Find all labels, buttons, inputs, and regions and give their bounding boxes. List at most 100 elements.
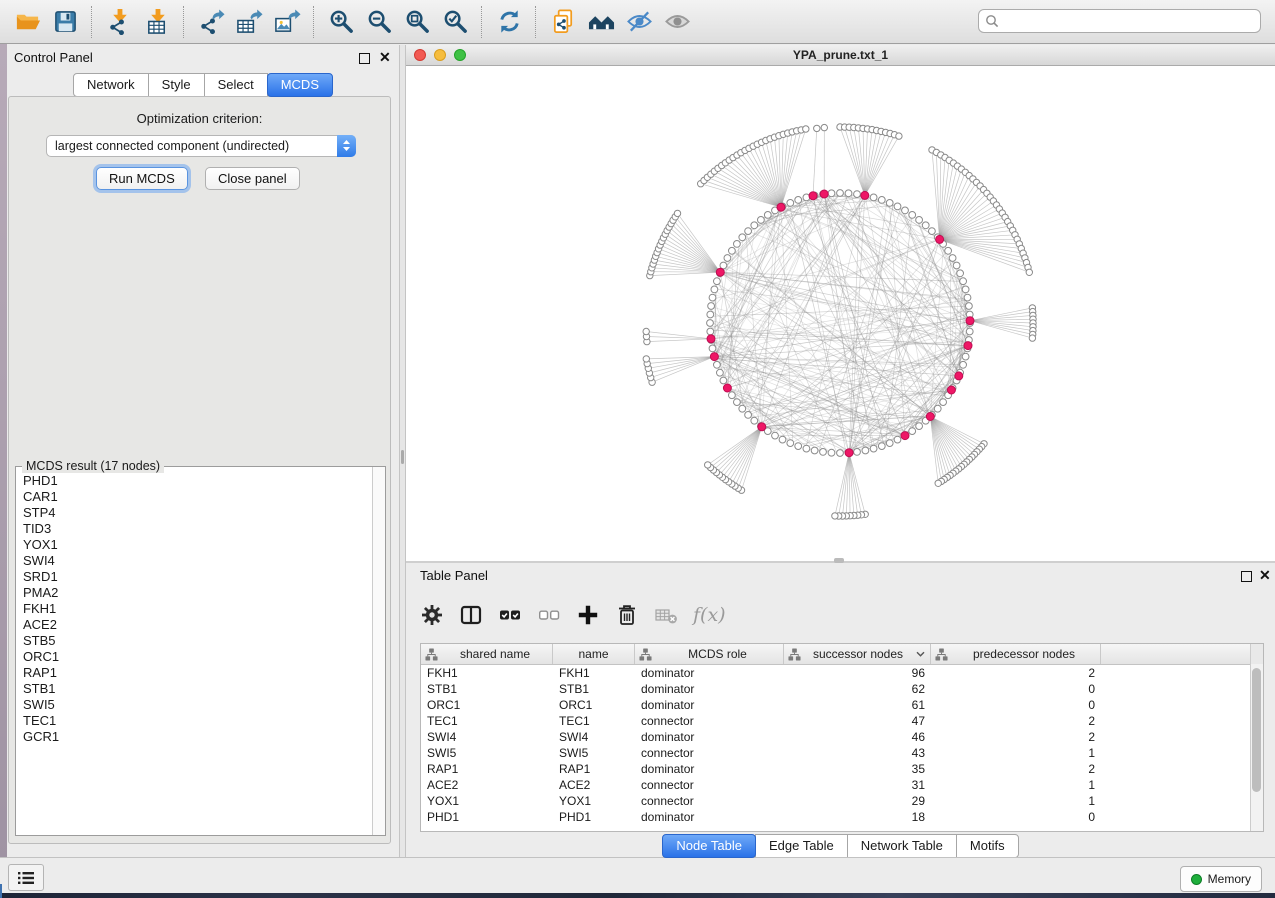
save-session-icon[interactable]: [46, 5, 84, 39]
mcds-result-item[interactable]: PMA2: [23, 585, 372, 601]
table-row[interactable]: SWI4SWI4dominator462: [421, 729, 1263, 745]
tab-network-table[interactable]: Network Table: [847, 834, 957, 858]
table-row[interactable]: ORC1ORC1dominator610: [421, 697, 1263, 713]
export-image-icon[interactable]: [268, 5, 306, 39]
table-cell: 1: [931, 746, 1101, 760]
tab-style[interactable]: Style: [148, 73, 205, 97]
mcds-result-group: MCDS result (17 nodes) PHD1CAR1STP4TID3Y…: [15, 466, 386, 836]
table-cell: 47: [784, 714, 931, 728]
table-cell: 1: [931, 794, 1101, 808]
mcds-result-item[interactable]: STB1: [23, 681, 372, 697]
table-settings-icon[interactable]: [420, 603, 444, 627]
refresh-layout-icon[interactable]: [490, 5, 528, 39]
deselect-all-icon[interactable]: [537, 603, 561, 627]
table-row[interactable]: TEC1TEC1connector472: [421, 713, 1263, 729]
table-cell: connector: [635, 714, 784, 728]
close-panel-button[interactable]: Close panel: [205, 167, 300, 190]
column-header-name[interactable]: name: [553, 644, 635, 664]
close-panel-icon[interactable]: ✕: [379, 52, 391, 63]
mcds-result-item[interactable]: RAP1: [23, 665, 372, 681]
network-window-titlebar[interactable]: YPA_prune.txt_1: [406, 45, 1275, 66]
float-table-panel-icon[interactable]: [1241, 571, 1252, 582]
select-all-icon[interactable]: [498, 603, 522, 627]
import-table-file-icon[interactable]: [138, 5, 176, 39]
table-cell: connector: [635, 794, 784, 808]
run-mcds-button[interactable]: Run MCDS: [96, 167, 188, 190]
tab-motifs[interactable]: Motifs: [956, 834, 1019, 858]
task-history-button[interactable]: [8, 864, 44, 891]
column-chooser-icon[interactable]: [459, 603, 483, 627]
clone-network-icon[interactable]: [544, 5, 582, 39]
table-row[interactable]: ACE2ACE2connector311: [421, 777, 1263, 793]
mcds-result-item[interactable]: SWI4: [23, 553, 372, 569]
zoom-out-icon[interactable]: [360, 5, 398, 39]
table-cell: 62: [784, 682, 931, 696]
zoom-fit-icon[interactable]: [398, 5, 436, 39]
export-table-icon[interactable]: [230, 5, 268, 39]
table-cell: dominator: [635, 682, 784, 696]
control-panel-tabs: NetworkStyleSelectMCDS: [7, 73, 399, 97]
mcds-list-scrollbar[interactable]: [372, 467, 385, 835]
tab-select[interactable]: Select: [204, 73, 268, 97]
mcds-result-item[interactable]: GCR1: [23, 729, 372, 745]
hide-graphics-details-icon[interactable]: [620, 5, 658, 39]
mcds-result-item[interactable]: ORC1: [23, 649, 372, 665]
mcds-result-item[interactable]: SRD1: [23, 569, 372, 585]
column-header-MCDS-role[interactable]: MCDS role: [635, 644, 784, 664]
network-houses-icon[interactable]: [582, 5, 620, 39]
optimization-criterion-dropdown[interactable]: largest connected component (undirected): [46, 135, 356, 157]
table-cell: YOX1: [421, 794, 553, 808]
mcds-result-item[interactable]: TID3: [23, 521, 372, 537]
table-row[interactable]: STB1STB1dominator620: [421, 681, 1263, 697]
close-table-panel-icon[interactable]: ✕: [1259, 570, 1271, 581]
vertical-splitter-grip[interactable]: [401, 450, 404, 464]
mcds-result-item[interactable]: YOX1: [23, 537, 372, 553]
mcds-result-item[interactable]: STB5: [23, 633, 372, 649]
table-cell: ACE2: [421, 778, 553, 792]
table-scrollbar[interactable]: [1250, 664, 1263, 831]
network-canvas[interactable]: [406, 66, 1275, 561]
node-table[interactable]: shared namenameMCDS rolesuccessor nodesp…: [420, 643, 1264, 832]
tab-network[interactable]: Network: [73, 73, 149, 97]
zoom-selected-icon[interactable]: [436, 5, 474, 39]
table-cell: STB1: [421, 682, 553, 696]
mcds-result-item[interactable]: ACE2: [23, 617, 372, 633]
tab-edge-table[interactable]: Edge Table: [755, 834, 848, 858]
mcds-result-item[interactable]: TEC1: [23, 713, 372, 729]
table-row[interactable]: YOX1YOX1connector291: [421, 793, 1263, 809]
zoom-in-icon[interactable]: [322, 5, 360, 39]
tab-mcds[interactable]: MCDS: [267, 73, 333, 97]
search-input[interactable]: [999, 13, 1254, 29]
search-box[interactable]: [978, 9, 1261, 33]
tab-node-table[interactable]: Node Table: [662, 834, 756, 858]
delete-row-icon[interactable]: [615, 603, 639, 627]
mcds-result-item[interactable]: SWI5: [23, 697, 372, 713]
table-row[interactable]: PHD1PHD1dominator180: [421, 809, 1263, 825]
table-cell: 31: [784, 778, 931, 792]
table-row[interactable]: SWI5SWI5connector431: [421, 745, 1263, 761]
mcds-result-list[interactable]: PHD1CAR1STP4TID3YOX1SWI4SRD1PMA2FKH1ACE2…: [16, 473, 372, 835]
memory-button[interactable]: Memory: [1180, 866, 1262, 892]
network-graph[interactable]: [406, 66, 1275, 561]
column-header-shared-name[interactable]: shared name: [421, 644, 553, 664]
float-panel-icon[interactable]: [359, 53, 370, 64]
import-network-file-icon[interactable]: [100, 5, 138, 39]
table-cell: SWI4: [421, 730, 553, 744]
table-cell: dominator: [635, 698, 784, 712]
table-scrollbar-thumb[interactable]: [1252, 668, 1261, 792]
table-cell: TEC1: [553, 714, 635, 728]
dropdown-stepper-icon: [337, 135, 356, 157]
column-header-successor-nodes[interactable]: successor nodes: [784, 644, 931, 664]
table-cell: FKH1: [553, 666, 635, 680]
mcds-result-item[interactable]: PHD1: [23, 473, 372, 489]
add-row-icon[interactable]: [576, 603, 600, 627]
memory-status-icon: [1191, 874, 1202, 885]
export-network-icon[interactable]: [192, 5, 230, 39]
mcds-result-item[interactable]: CAR1: [23, 489, 372, 505]
column-header-predecessor-nodes[interactable]: predecessor nodes: [931, 644, 1101, 664]
table-row[interactable]: RAP1RAP1dominator352: [421, 761, 1263, 777]
table-row[interactable]: FKH1FKH1dominator962: [421, 665, 1263, 681]
open-session-icon[interactable]: [8, 5, 46, 39]
mcds-result-item[interactable]: FKH1: [23, 601, 372, 617]
mcds-result-item[interactable]: STP4: [23, 505, 372, 521]
